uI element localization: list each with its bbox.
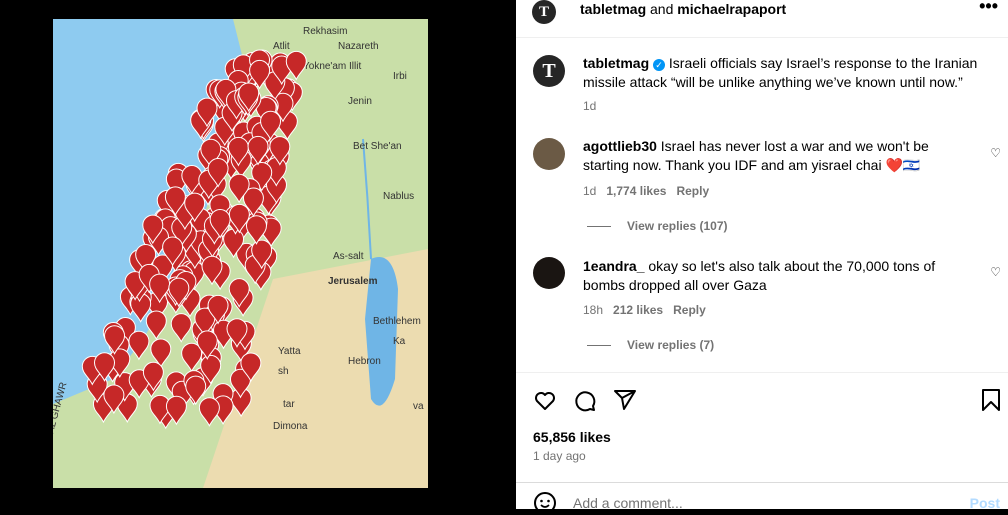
more-horizontal-icon[interactable]: •••: [979, 0, 998, 17]
caption-avatar[interactable]: T: [533, 55, 565, 87]
map-image: Rekhasim Atlit Nazareth Yokne'am Illit Irbi J…: [53, 19, 428, 488]
likes-count[interactable]: 65,856 likes: [533, 428, 611, 447]
post-button[interactable]: Post: [970, 494, 1000, 513]
header-user1[interactable]: tabletmag: [580, 1, 646, 17]
bookmark-icon[interactable]: [981, 389, 1001, 411]
comment-input[interactable]: Add a comment...: [573, 494, 683, 513]
comment-avatar[interactable]: [533, 138, 565, 170]
map-label: As-salt: [333, 251, 364, 262]
like-comment-icon[interactable]: ♡: [990, 265, 1001, 279]
comment-meta: 18h 212 likes Reply: [583, 303, 706, 317]
post-panel: T tabletmag and michaelrapaport ••• T ta…: [516, 0, 1008, 514]
map-label: Yokne'am Illit: [303, 61, 361, 72]
comment-avatar[interactable]: [533, 257, 565, 289]
emoji-icon[interactable]: [533, 491, 557, 515]
map-label: Yatta: [278, 346, 301, 357]
map-label: sh: [278, 366, 289, 377]
comment-user[interactable]: agottlieb30: [583, 138, 657, 154]
caption-time: 1d: [583, 99, 597, 113]
map-label: va: [413, 401, 424, 412]
view-replies-button[interactable]: View replies (7): [587, 338, 714, 352]
view-replies-button[interactable]: View replies (107): [587, 219, 728, 233]
header-joiner: and: [650, 1, 674, 17]
map-label: Jenin: [348, 96, 372, 107]
action-bar: 65,856 likes 1 day ago: [516, 372, 1008, 482]
map-label: Nazareth: [338, 41, 379, 52]
map-label: Nablus: [383, 191, 414, 202]
comment: 1eandra_ okay so let's also talk about t…: [583, 257, 963, 295]
map-label: Rekhasim: [303, 26, 347, 37]
verified-icon: ✓: [653, 59, 666, 71]
header-users: tabletmag and michaelrapaport: [580, 0, 786, 19]
post-time[interactable]: 1 day ago: [533, 449, 586, 463]
reply-button[interactable]: Reply: [676, 184, 709, 198]
comment-meta: 1d 1,774 likes Reply: [583, 184, 709, 198]
map-label: tar: [283, 399, 295, 410]
heart-icon[interactable]: [533, 389, 557, 413]
caption: tabletmag ✓ Israeli officials say Israel…: [583, 54, 983, 92]
share-icon[interactable]: [613, 388, 637, 412]
map-label: Bet She'an: [353, 141, 402, 152]
map-label: Dimona: [273, 421, 308, 432]
comment-likes[interactable]: 1,774 likes: [606, 184, 666, 198]
comment-user[interactable]: 1eandra_: [583, 258, 644, 274]
caption-user[interactable]: tabletmag: [583, 55, 649, 71]
map-label: Atlit: [273, 41, 290, 52]
map-label: Irbi: [393, 71, 407, 82]
reply-button[interactable]: Reply: [673, 303, 706, 317]
comment: agottlieb30 Israel has never lost a war …: [583, 137, 963, 175]
like-comment-icon[interactable]: ♡: [990, 146, 1001, 160]
header-user2[interactable]: michaelrapaport: [677, 1, 786, 17]
comment-likes[interactable]: 212 likes: [613, 303, 663, 317]
comment-time: 18h: [583, 303, 604, 317]
avatar[interactable]: T: [532, 0, 556, 24]
add-comment-bar: Add a comment... Post: [516, 482, 1008, 514]
post-media: Rekhasim Atlit Nazareth Yokne'am Illit Irbi J…: [0, 0, 516, 509]
comment-time: 1d: [583, 184, 597, 198]
map-label: Jerusalem: [328, 276, 378, 287]
comment-icon[interactable]: [573, 389, 597, 413]
map-label: Ka: [393, 336, 406, 347]
post-header: T tabletmag and michaelrapaport •••: [516, 0, 1008, 38]
map-label: Hebron: [348, 356, 381, 367]
map-label: Bethlehem: [373, 316, 421, 327]
